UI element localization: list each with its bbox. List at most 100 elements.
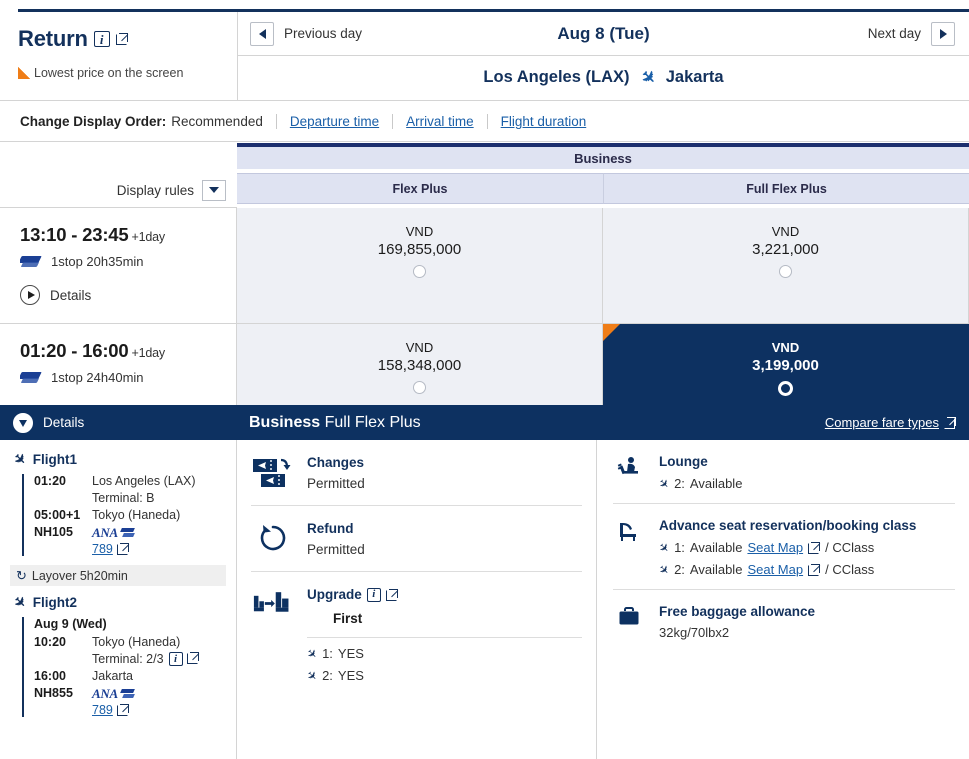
itinerary-summary-1: 13:10 - 23:45+1day 1stop 20h35min Detail… — [0, 208, 237, 324]
airplane-icon: ✈ — [636, 65, 660, 89]
fare-rules-column: Changes Permitted Refund Permitted — [237, 440, 597, 759]
previous-day-label[interactable]: Previous day — [284, 26, 362, 41]
header-right-panel: Previous day Aug 8 (Tue) Next day Los An… — [238, 12, 969, 100]
flight2-departure: 10:20 Tokyo (Haneda) — [34, 635, 236, 649]
segment-value: Available — [690, 476, 743, 491]
fare-cell-r1c2[interactable]: VND 3,221,000 — [603, 208, 969, 324]
departure-time: 01:20 — [34, 474, 92, 488]
external-link-icon[interactable] — [386, 589, 398, 601]
info-icon[interactable]: i — [94, 31, 110, 47]
fare-radio-selected[interactable] — [778, 381, 793, 396]
flight2-arrival: 16:00 Jakarta — [34, 669, 236, 683]
airline-name: ANA — [92, 686, 118, 702]
flight2-number-row: NH855 ANA 789 — [34, 686, 236, 717]
selected-fare-header: Business Full Flex Plus Compare fare typ… — [237, 405, 969, 440]
terminal-label: Terminal: B — [92, 491, 155, 505]
itinerary-row: 13:10 - 23:45+1day 1stop 20h35min Detail… — [0, 208, 969, 324]
flight-details-panel: Details Business Full Flex Plus Compare … — [0, 405, 969, 759]
baggage-body: Free baggage allowance 32kg/70lbx2 — [659, 604, 955, 640]
details-panel-header: Details Business Full Flex Plus Compare … — [0, 405, 969, 440]
route-origin: Los Angeles (LAX) — [483, 68, 629, 87]
airline-logo-icon — [20, 371, 42, 384]
airplane-icon: ✈ — [304, 645, 321, 662]
stops-row: 1stop 20h35min — [20, 254, 236, 269]
plus-day-badge: +1day — [131, 230, 164, 244]
fare-radio[interactable] — [413, 381, 426, 394]
flight1-header: ✈ Flight1 — [0, 451, 236, 468]
seat-map-link[interactable]: Seat Map — [747, 562, 803, 577]
divider — [487, 114, 488, 129]
arrival-airport: Tokyo (Haneda) — [92, 508, 180, 522]
lounge-segment-2: ✈ 2: Available — [659, 476, 955, 491]
seat-icon — [613, 518, 647, 577]
expand-icon — [20, 285, 40, 305]
day-navigation: Previous day Aug 8 (Tue) Next day — [238, 12, 969, 56]
segment-value: YES — [338, 668, 364, 683]
segment-number: 1: — [322, 646, 333, 661]
aircraft-type-link[interactable]: 789 — [92, 703, 135, 717]
sort-flight-duration-link[interactable]: Flight duration — [501, 114, 587, 129]
lowest-price-flag-icon — [603, 324, 620, 341]
fare-cell-r2c1[interactable]: VND 158,348,000 — [237, 324, 603, 414]
info-icon[interactable]: i — [169, 652, 183, 666]
details-collapse-toggle[interactable]: Details — [0, 405, 237, 440]
upgrade-title: Upgrade i — [307, 587, 582, 602]
ana-logo-icon: ANA — [92, 686, 135, 702]
fare-radio[interactable] — [413, 265, 426, 278]
stops-label: 1stop 20h35min — [51, 254, 144, 269]
refund-title: Refund — [307, 521, 582, 536]
benefit-seat-reservation: Advance seat reservation/booking class ✈… — [613, 504, 955, 590]
divider — [276, 114, 277, 129]
external-link-icon[interactable] — [116, 33, 128, 45]
benefit-lounge: Lounge ✈ 2: Available — [613, 440, 955, 504]
upgrade-body: Upgrade i First ✈ 1: YES ✈ — [307, 587, 582, 690]
seat-segment-2: ✈ 2: Available Seat Map / CClass — [659, 562, 955, 577]
layover-icon: ↻ — [16, 568, 27, 584]
display-rules-label: Display rules — [117, 183, 194, 198]
external-link-icon — [117, 543, 129, 555]
flight2-header: ✈ Flight2 — [0, 594, 236, 611]
fare-cell-r1c1[interactable]: VND 169,855,000 — [237, 208, 603, 324]
segment-number: 2: — [674, 562, 685, 577]
external-link-icon[interactable] — [808, 564, 820, 576]
external-link-icon — [944, 417, 956, 429]
external-link-icon[interactable] — [808, 542, 820, 554]
plus-day-badge: +1day — [131, 346, 164, 360]
aircraft-code: 789 — [92, 703, 113, 717]
flight2-date: Aug 9 (Wed) — [34, 617, 236, 631]
airplane-icon: ✈ — [656, 475, 673, 492]
seat-map-link[interactable]: Seat Map — [747, 540, 803, 555]
itinerary-detail-column: ✈ Flight1 01:20 Los Angeles (LAX) Termin… — [0, 440, 237, 759]
refund-body: Refund Permitted — [307, 521, 582, 557]
lounge-icon — [613, 454, 647, 491]
layover-label: Layover 5h20min — [32, 569, 128, 583]
sort-departure-time-link[interactable]: Departure time — [290, 114, 379, 129]
flight1-departure-terminal: Terminal: B — [34, 491, 236, 505]
itinerary-details-toggle-1[interactable]: Details — [20, 285, 236, 305]
arrival-time: 05:00+1 — [34, 508, 92, 522]
external-link-icon[interactable] — [187, 652, 199, 664]
itinerary-summary-2: 01:20 - 16:00+1day 1stop 24h40min — [0, 324, 237, 414]
fare-cell-r2c2-selected[interactable]: VND 3,199,000 — [603, 324, 969, 414]
fare-radio[interactable] — [779, 265, 792, 278]
changes-value: Permitted — [307, 476, 582, 491]
compare-fare-types-link[interactable]: Compare fare types — [825, 415, 956, 430]
fare-column-header-flex-plus: Flex Plus — [237, 173, 603, 208]
info-icon[interactable]: i — [367, 588, 381, 602]
flight1-arrival: 05:00+1 Tokyo (Haneda) — [34, 508, 236, 522]
previous-day-button[interactable] — [250, 22, 274, 46]
next-day-button[interactable] — [931, 22, 955, 46]
collapse-icon — [13, 413, 33, 433]
display-rules-dropdown[interactable] — [202, 180, 226, 201]
upgrade-segment-2: ✈ 2: YES — [307, 668, 582, 683]
chevron-down-icon — [209, 187, 219, 193]
aircraft-type-link[interactable]: 789 — [92, 542, 135, 556]
times-value: 01:20 - 16:00 — [20, 340, 128, 361]
next-day-label[interactable]: Next day — [868, 26, 921, 41]
sort-arrival-time-link[interactable]: Arrival time — [406, 114, 474, 129]
price-amount: 3,199,000 — [752, 357, 819, 374]
flight2-departure-terminal: Terminal: 2/3 i — [34, 652, 236, 666]
seat-segment-1: ✈ 1: Available Seat Map / CClass — [659, 540, 955, 555]
seat-title: Advance seat reservation/booking class — [659, 518, 955, 533]
airplane-icon: ✈ — [656, 561, 673, 578]
